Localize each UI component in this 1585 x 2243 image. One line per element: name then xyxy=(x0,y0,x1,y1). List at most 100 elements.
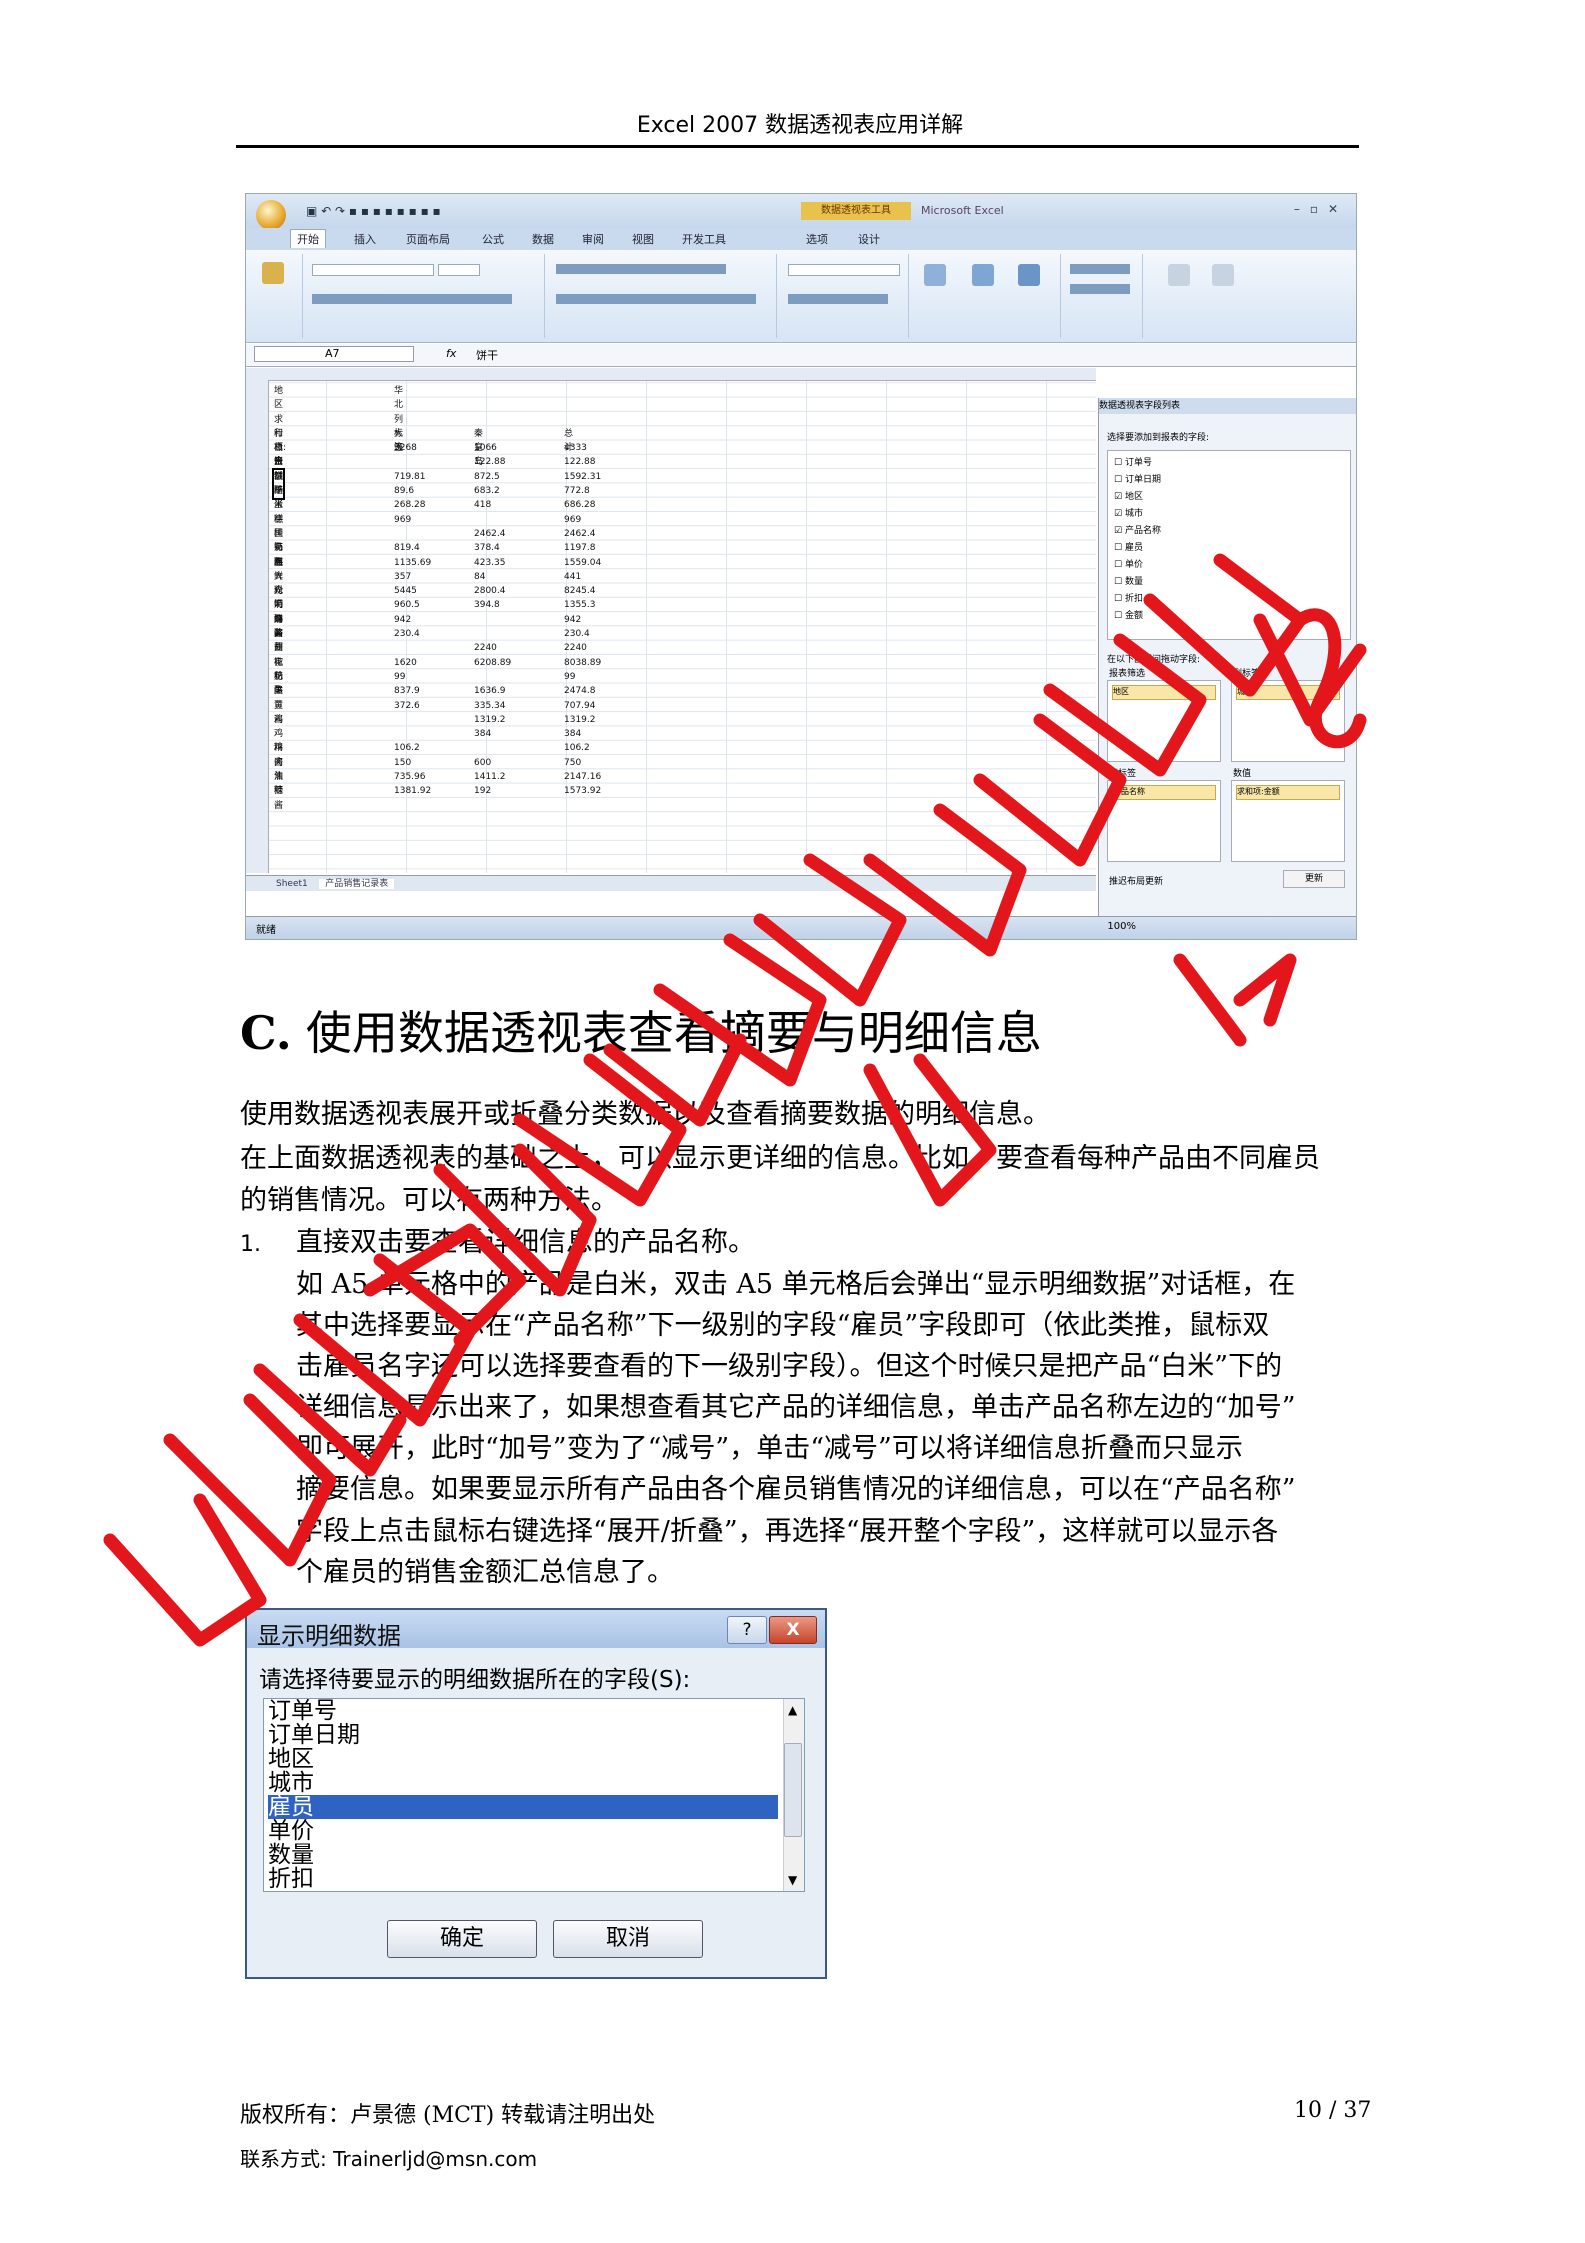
help-button[interactable]: ? xyxy=(727,1616,767,1644)
pivot-cell[interactable]: 1411.2 xyxy=(474,770,506,784)
values-zone[interactable]: 求和项:金额 xyxy=(1231,780,1345,862)
pivot-cell[interactable]: 4333 xyxy=(564,441,587,455)
scroll-up-icon[interactable]: ▲ xyxy=(788,1703,797,1717)
column-labels-zone[interactable]: 城市 xyxy=(1231,680,1345,762)
pivot-cell[interactable]: 106.2 xyxy=(394,741,420,755)
pivot-cell[interactable]: 1066 xyxy=(474,441,497,455)
zoom-level[interactable]: 100% xyxy=(1107,921,1136,932)
pivot-cell[interactable]: 1559.04 xyxy=(564,556,601,570)
pivot-cell[interactable]: 230.4 xyxy=(564,627,590,641)
pivot-cell[interactable]: 600 xyxy=(474,756,491,770)
pivot-cell[interactable]: 969 xyxy=(564,513,581,527)
pivot-cell[interactable]: 2240 xyxy=(564,641,587,655)
update-button[interactable]: 更新 xyxy=(1283,870,1345,888)
close-button[interactable]: X xyxy=(769,1616,817,1644)
ribbon-tab[interactable]: 审阅 xyxy=(582,231,604,247)
pivot-cell[interactable]: 1573.92 xyxy=(564,784,601,798)
list-item[interactable]: 地区 xyxy=(268,1747,778,1771)
pivot-cell[interactable]: 268.28 xyxy=(394,498,426,512)
pivot-cell[interactable]: 华北 xyxy=(394,384,403,413)
field-checkbox[interactable]: ☐ 订单日期 xyxy=(1114,472,1161,485)
worksheet-grid[interactable] xyxy=(246,368,1096,873)
ribbon-tab[interactable]: 设计 xyxy=(858,231,880,247)
row-chip[interactable]: 产品名称 xyxy=(1112,785,1216,800)
ribbon-tab[interactable]: 开发工具 xyxy=(682,231,726,247)
alignment-buttons[interactable] xyxy=(556,264,726,274)
pivot-cell[interactable]: 辣 xyxy=(274,784,283,798)
office-button-icon[interactable] xyxy=(256,200,286,230)
table-format-icon[interactable] xyxy=(972,264,994,286)
font-size-box[interactable] xyxy=(438,264,480,276)
pivot-cell[interactable]: 1319.2 xyxy=(564,713,596,727)
pivot-cell[interactable]: 122.88 xyxy=(474,455,506,469)
pivot-cell[interactable]: 1620 xyxy=(394,656,417,670)
pivot-cell[interactable]: 942 xyxy=(394,613,411,627)
pivot-cell[interactable]: 8245.4 xyxy=(564,584,596,598)
pivot-cell[interactable]: 384 xyxy=(564,727,581,741)
list-item[interactable]: 订单号 xyxy=(268,1699,778,1723)
pivot-cell[interactable]: 942 xyxy=(564,613,581,627)
number-buttons[interactable] xyxy=(788,294,888,304)
field-checkbox[interactable]: ☑ 产品名称 xyxy=(1114,523,1161,536)
pivot-cell[interactable]: 99 xyxy=(394,670,405,684)
pivot-cell[interactable]: 335.34 xyxy=(474,699,506,713)
list-item[interactable]: 单价 xyxy=(268,1819,778,1843)
fx-icon[interactable]: fx xyxy=(446,347,456,360)
pivot-cell[interactable]: 837.9 xyxy=(394,684,420,698)
scroll-thumb[interactable] xyxy=(784,1743,802,1837)
list-item-selected[interactable]: 雇员 xyxy=(268,1795,778,1819)
name-box[interactable]: A7 xyxy=(254,346,414,362)
pivot-cell[interactable]: 750 xyxy=(564,756,581,770)
list-item[interactable]: 订单日期 xyxy=(268,1723,778,1747)
pivot-cell[interactable]: 1197.8 xyxy=(564,541,596,555)
pivot-cell[interactable]: 84 xyxy=(474,570,485,584)
pivot-cell[interactable]: 384 xyxy=(474,727,491,741)
checkbox-icon[interactable]: ☐ xyxy=(1114,560,1125,570)
pivot-cell[interactable]: 89.6 xyxy=(394,484,414,498)
field-checkbox[interactable]: ☐ 雇员 xyxy=(1114,540,1143,553)
pivot-cell[interactable]: 1135.69 xyxy=(394,556,431,570)
list-item[interactable]: 折扣 xyxy=(268,1867,778,1891)
listbox-scrollbar[interactable]: ▲ ▼ xyxy=(783,1699,804,1891)
window-controls[interactable]: –▫✕ xyxy=(1294,202,1348,216)
cells-buttons[interactable] xyxy=(1070,264,1130,274)
alignment-buttons-2[interactable] xyxy=(556,294,756,304)
field-checkbox[interactable]: ☐ 金额 xyxy=(1114,608,1143,621)
checkbox-icon[interactable]: ☐ xyxy=(1114,475,1125,485)
checkbox-icon[interactable]: ☐ xyxy=(1114,577,1125,587)
pivot-cell[interactable]: 6208.89 xyxy=(474,656,511,670)
formula-input[interactable]: 饼干 xyxy=(476,347,498,363)
ribbon-tab[interactable]: 开始 xyxy=(290,229,326,248)
filter-chip[interactable]: 地区 xyxy=(1112,685,1216,700)
checkbox-icon[interactable]: ☑ xyxy=(1114,509,1125,519)
pivot-cell[interactable]: 819.4 xyxy=(394,541,420,555)
pivot-cell[interactable]: 鸡 xyxy=(274,713,283,727)
pivot-cell[interactable]: 106.2 xyxy=(564,741,590,755)
pivot-cell[interactable]: 394.8 xyxy=(474,598,500,612)
pivot-cell[interactable]: 2147.16 xyxy=(564,770,601,784)
pivot-cell[interactable]: 122.88 xyxy=(564,455,596,469)
pivot-cell[interactable]: 683.2 xyxy=(474,484,500,498)
pivot-cell[interactable]: 2462.4 xyxy=(564,527,596,541)
pivot-cell[interactable]: 441 xyxy=(564,570,581,584)
sheet-tab[interactable]: Sheet1 xyxy=(276,879,308,889)
pivot-cell[interactable]: 707.94 xyxy=(564,699,596,713)
pivot-cell[interactable]: 735.96 xyxy=(394,770,426,784)
pivot-cell[interactable]: 地区 xyxy=(274,384,283,413)
ribbon-tab[interactable]: 选项 xyxy=(806,231,828,247)
quick-access-toolbar[interactable]: ▣ ↶ ↷ ▪ ▪ ▪ ▪ ▪ ▪ ▪ ▪ xyxy=(306,204,441,218)
pivot-cell[interactable]: 1319.2 xyxy=(474,713,506,727)
checkbox-icon[interactable]: ☐ xyxy=(1114,543,1125,553)
field-checkbox[interactable]: ☐ 数量 xyxy=(1114,574,1143,587)
pivot-cell[interactable]: 1636.9 xyxy=(474,684,506,698)
font-format-buttons[interactable] xyxy=(312,294,512,304)
checkbox-icon[interactable]: ☑ xyxy=(1114,492,1125,502)
pivot-cell[interactable]: 2240 xyxy=(474,641,497,655)
field-checkbox[interactable]: ☑ 地区 xyxy=(1114,489,1143,502)
paste-icon[interactable] xyxy=(262,262,284,284)
pivot-cell[interactable]: 192 xyxy=(474,784,491,798)
pivot-cell[interactable]: 3268 xyxy=(394,441,417,455)
pivot-cell[interactable]: 357 xyxy=(394,570,411,584)
field-checkbox[interactable]: ☐ 折扣 xyxy=(1114,591,1143,604)
pivot-cell[interactable]: 1381.92 xyxy=(394,784,431,798)
